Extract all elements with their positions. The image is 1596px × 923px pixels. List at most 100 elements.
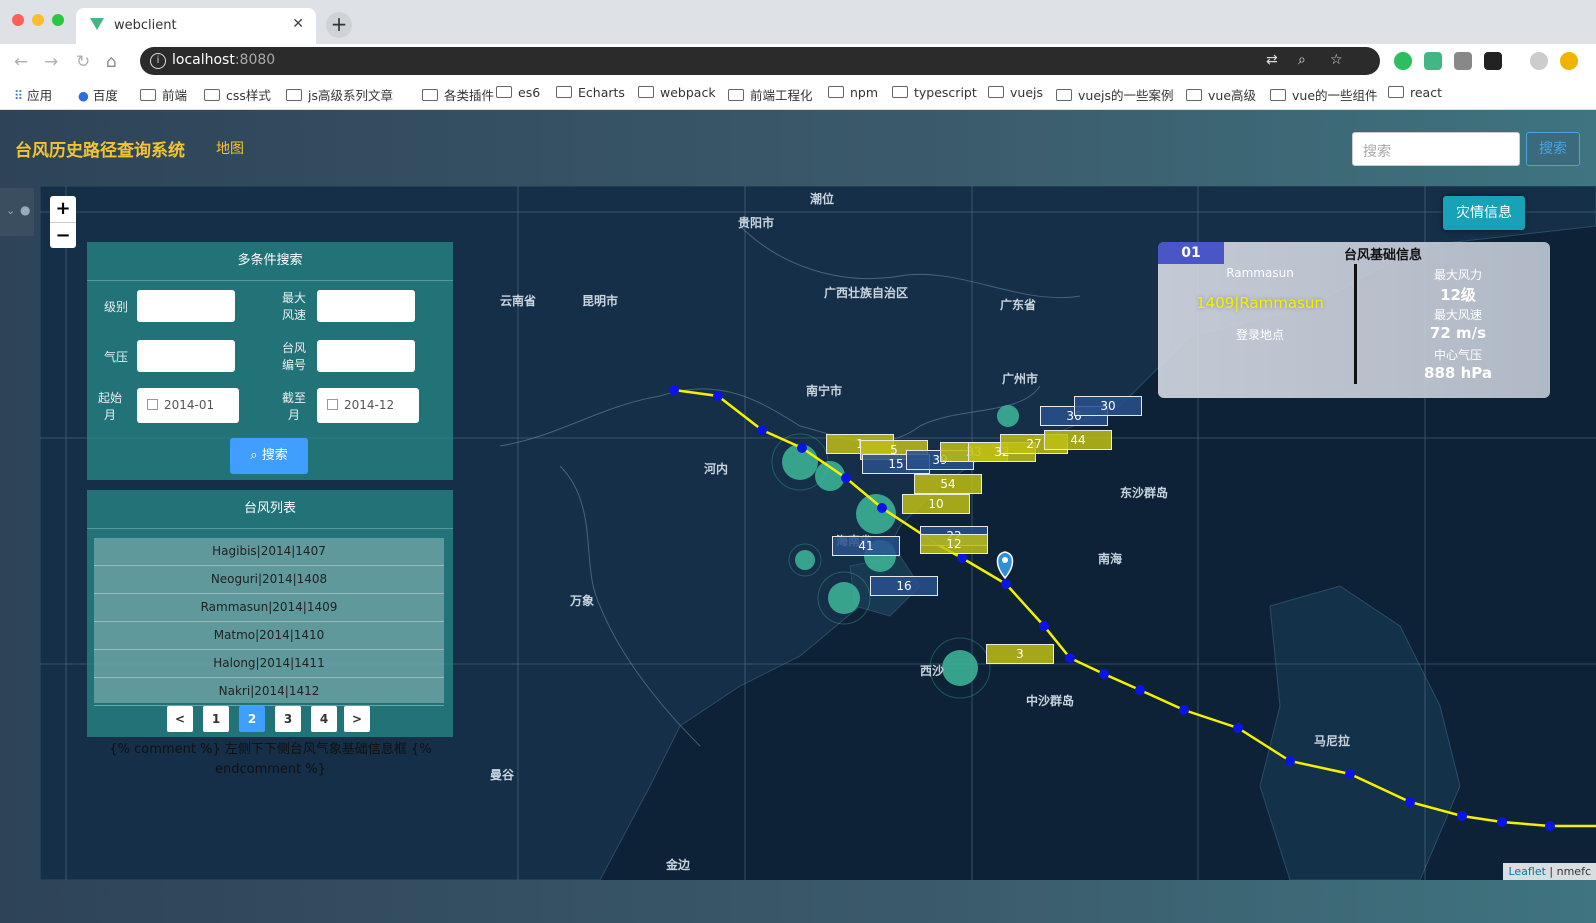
minimize-window-icon[interactable]: [32, 14, 44, 26]
disaster-marker[interactable]: 41: [832, 536, 900, 556]
translate-icon[interactable]: ⇄: [1266, 52, 1278, 68]
bookmark-item[interactable]: vue高级: [1186, 85, 1256, 104]
typhoon-number-label: 台风 编号: [279, 340, 309, 374]
info-divider: [1354, 264, 1357, 384]
typhoon-list-item[interactable]: Neoguri|2014|1408: [94, 566, 444, 594]
leaflet-link[interactable]: Leaflet: [1508, 865, 1545, 878]
pocket-extension-icon[interactable]: [1454, 52, 1472, 70]
new-tab-button[interactable]: +: [326, 12, 352, 38]
start-month-picker[interactable]: 2014-01: [137, 388, 239, 423]
attribution-separator: |: [1545, 865, 1557, 878]
disaster-marker[interactable]: 3: [986, 644, 1054, 664]
bookmark-item[interactable]: vuejs的一些案例: [1056, 85, 1174, 104]
level-input[interactable]: [137, 290, 235, 322]
url-text: localhost:8080: [172, 52, 275, 68]
filter-panel-title: 多条件搜索: [87, 242, 453, 281]
bookmark-item[interactable]: react: [1388, 85, 1442, 100]
bookmark-item[interactable]: ● 百度: [78, 85, 118, 104]
bookmark-star-icon[interactable]: ☆: [1330, 52, 1343, 68]
typhoon-number-input[interactable]: [317, 340, 415, 372]
disaster-marker[interactable]: 44: [1044, 430, 1112, 450]
typhoon-list: Hagibis|2014|1407 Neoguri|2014|1408 Rammas…: [94, 538, 444, 706]
typhoon-list-item[interactable]: Matmo|2014|1410: [94, 622, 444, 650]
home-icon[interactable]: ⌂: [106, 52, 117, 72]
zoom-in-button[interactable]: +: [50, 196, 76, 222]
disaster-marker[interactable]: 10: [902, 494, 970, 514]
search-button[interactable]: 搜索: [1526, 132, 1580, 166]
profile-avatar-icon[interactable]: [1530, 52, 1548, 70]
track-point: [1345, 769, 1355, 779]
max-wind-label-line1: 最大: [281, 291, 306, 305]
tab-bar: webclient ✕ +: [0, 0, 1596, 44]
bookmark-item[interactable]: css样式: [204, 85, 271, 104]
browser-tab[interactable]: webclient ✕: [76, 8, 316, 44]
bookmark-item[interactable]: ⠿ 应用: [14, 85, 52, 104]
search-input[interactable]: 搜索: [1352, 132, 1520, 166]
folder-icon: [728, 89, 744, 101]
back-icon[interactable]: ←: [14, 52, 28, 72]
nav-map-link[interactable]: 地图: [216, 138, 244, 158]
level-label: 级别: [103, 300, 128, 314]
pagination-page[interactable]: 2: [239, 706, 265, 732]
end-month-picker[interactable]: 2014-12: [317, 388, 419, 423]
bookmark-item[interactable]: js高级系列文章: [286, 85, 393, 104]
marker-dot: [1002, 557, 1008, 563]
info-number-badge: 01: [1158, 242, 1224, 264]
bookmark-item[interactable]: Echarts: [556, 85, 625, 100]
bookmark-item[interactable]: vuejs: [988, 85, 1043, 100]
folder-icon: [1270, 89, 1286, 101]
map-place-label: 西沙: [920, 664, 945, 678]
disaster-marker[interactable]: 12: [920, 534, 988, 554]
bookmark-item[interactable]: typescript: [892, 85, 977, 100]
pagination-prev[interactable]: <: [167, 706, 193, 732]
maximize-window-icon[interactable]: [52, 14, 64, 26]
bookmark-item[interactable]: vue的一些组件: [1270, 85, 1378, 104]
typhoon-list-item[interactable]: Halong|2014|1411: [94, 650, 444, 678]
zoom-icon[interactable]: ⌕: [1298, 52, 1306, 68]
pagination-page[interactable]: 3: [275, 706, 301, 732]
typhoon-name: Rammasun: [1226, 266, 1294, 280]
bookmark-item[interactable]: 各类插件: [422, 85, 494, 104]
zoom-out-button[interactable]: −: [50, 222, 76, 249]
max-wind-input[interactable]: [317, 290, 415, 322]
bookmark-item[interactable]: webpack: [638, 85, 716, 100]
typhoon-list-item[interactable]: Hagibis|2014|1407: [94, 538, 444, 566]
max-force-value: 12级: [1440, 286, 1476, 304]
bookmark-item[interactable]: npm: [828, 85, 878, 100]
close-tab-icon[interactable]: ✕: [292, 16, 304, 32]
bookmark-label: css样式: [226, 88, 271, 103]
track-point: [1039, 621, 1049, 631]
reload-icon[interactable]: ↻: [76, 52, 90, 72]
site-info-icon[interactable]: i: [150, 53, 166, 69]
bookmark-item[interactable]: es6: [496, 85, 540, 100]
evernote-extension-icon[interactable]: [1394, 52, 1412, 70]
address-bar[interactable]: i localhost:8080 ⇄ ⌕ ☆: [140, 47, 1380, 75]
bookmark-label: es6: [518, 85, 541, 100]
update-badge-icon[interactable]: [1560, 52, 1578, 70]
disaster-marker[interactable]: 16: [870, 576, 938, 596]
typhoon-list-item[interactable]: Nakri|2014|1412: [94, 678, 444, 706]
map-place-label: 广东省: [1000, 298, 1037, 312]
disaster-marker[interactable]: 30: [1074, 396, 1142, 416]
vue-devtools-extension-icon[interactable]: [1424, 52, 1442, 70]
folder-icon: [828, 86, 844, 98]
sidebar-toggle[interactable]: ⌄ ●: [0, 188, 34, 236]
apps-grid-icon: ⠿: [14, 88, 28, 103]
bookmark-item[interactable]: 前端工程化: [728, 85, 813, 104]
notion-extension-icon[interactable]: [1484, 52, 1502, 70]
disaster-info-button[interactable]: 灾情信息: [1443, 196, 1525, 230]
bookmark-item[interactable]: 前端: [140, 85, 187, 104]
map-place-label: 金边: [666, 858, 691, 872]
typhoon-list-item[interactable]: Rammasun|2014|1409: [94, 594, 444, 622]
pressure-input[interactable]: [137, 340, 235, 372]
filter-search-button[interactable]: ⌕ 搜索: [230, 438, 308, 474]
calendar-icon: [327, 399, 338, 410]
map-attribution: Leaflet | nmefc: [1503, 863, 1596, 880]
track-point: [1285, 756, 1295, 766]
pagination-page[interactable]: 4: [311, 706, 337, 732]
pagination-page[interactable]: 1: [203, 706, 229, 732]
forward-icon[interactable]: →: [44, 52, 58, 72]
disaster-marker[interactable]: 54: [914, 474, 982, 494]
close-window-icon[interactable]: [12, 14, 24, 26]
pagination-next[interactable]: >: [344, 706, 370, 732]
